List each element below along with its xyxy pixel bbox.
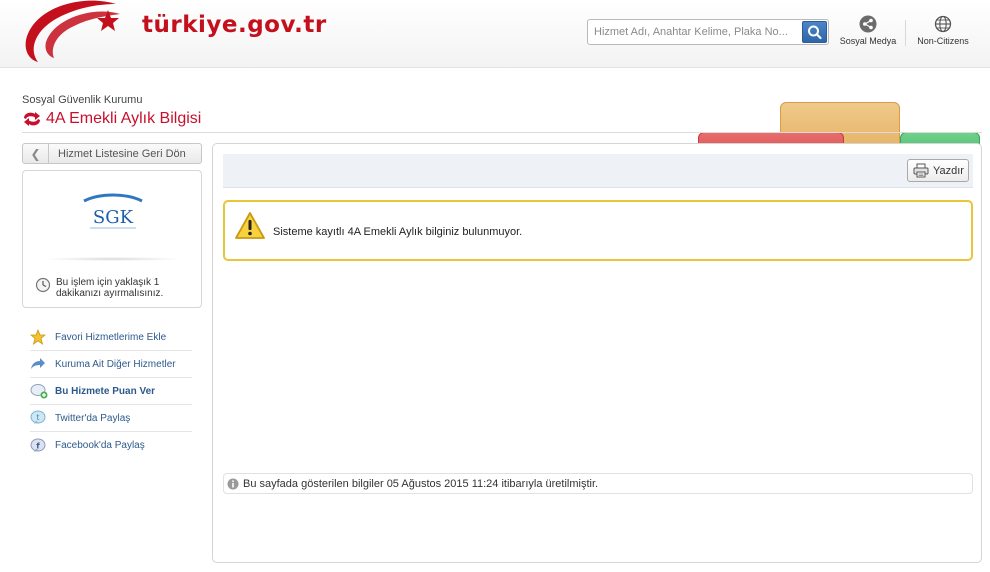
non-citizens-label: Non-Citizens: [917, 36, 969, 46]
logo-text: türkiye.gov.tr: [142, 12, 327, 38]
globe-icon: [934, 15, 952, 33]
warning-message: Sisteme kayıtlı 4A Emekli Aylık bilginiz…: [273, 226, 523, 238]
turkiye-gov-logo[interactable]: türkiye.gov.tr: [24, 0, 327, 63]
facebook-icon: f: [30, 438, 48, 454]
action-label: Twitter'da Paylaş: [55, 412, 131, 424]
search-icon: [808, 25, 822, 40]
share-on-twitter-link[interactable]: t Twitter'da Paylaş: [30, 405, 192, 432]
service-arrows-icon: [24, 112, 40, 126]
back-to-service-list-button[interactable]: ❮ Hizmet Listesine Geri Dön: [22, 143, 202, 164]
search-button[interactable]: [802, 21, 827, 43]
time-estimate-note: Bu işlem için yaklaşık 1 dakikanızı ayır…: [35, 277, 195, 299]
action-label: Bu Hizmete Puan Ver: [55, 385, 156, 397]
share-icon: [859, 15, 877, 33]
clock-icon: [35, 277, 51, 293]
page-title: 4A Emekli Aylık Bilgisi: [46, 110, 202, 127]
print-button-label: Yazdır: [933, 164, 964, 177]
sgk-logo: SGK: [83, 193, 143, 229]
info-box-divider: [43, 257, 183, 261]
add-to-favorites-link[interactable]: Favori Hizmetlerime Ekle: [30, 324, 192, 351]
rating-bubble-icon: [30, 383, 48, 399]
social-media-label: Sosyal Medya: [839, 36, 897, 46]
action-label: Kuruma Ait Diğer Hizmetler: [55, 358, 176, 370]
svg-text:t: t: [36, 413, 39, 422]
institution-info-box: SGK Bu işlem için yaklaşık 1 dakikanızı …: [22, 170, 202, 308]
crescent-star-icon: [25, 0, 121, 63]
warning-icon: [235, 212, 265, 239]
main-content-panel: Yazdır Sisteme kayıtlı 4A Emekli Aylık b…: [212, 143, 982, 563]
institution-name: Sosyal Güvenlik Kurumu: [22, 94, 143, 106]
title-divider: [22, 132, 982, 133]
print-button[interactable]: Yazdır: [907, 159, 969, 182]
sgk-logo-text: SGK: [93, 207, 134, 228]
time-estimate-text: Bu işlem için yaklaşık 1 dakikanızı ayır…: [56, 277, 164, 299]
content-toolbar: Yazdır: [223, 154, 973, 188]
social-media-link[interactable]: Sosyal Medya: [838, 15, 898, 46]
twitter-icon: t: [30, 410, 48, 426]
search-input[interactable]: [588, 20, 800, 44]
search-box: [587, 19, 829, 45]
service-actions-list: Favori Hizmetlerime Ekle Kuruma Ait Diğe…: [30, 324, 192, 459]
generation-info-note: Bu sayfada gösterilen bilgiler 05 Ağusto…: [223, 473, 973, 494]
other-institution-services-link[interactable]: Kuruma Ait Diğer Hizmetler: [30, 351, 192, 378]
chevron-left-icon: ❮: [23, 144, 49, 163]
action-label: Facebook'da Paylaş: [55, 440, 145, 451]
page-title-row: 4A Emekli Aylık Bilgisi: [22, 108, 201, 130]
header-divider: [905, 20, 906, 46]
page: türkiye.gov.tr Sosyal Medya: [0, 0, 990, 572]
warning-alert: Sisteme kayıtlı 4A Emekli Aylık bilginiz…: [223, 200, 973, 261]
rate-service-link[interactable]: Bu Hizmete Puan Ver: [30, 378, 192, 405]
action-label: Favori Hizmetlerime Ekle: [55, 331, 167, 343]
back-button-label: Hizmet Listesine Geri Dön: [58, 147, 186, 160]
generation-info-text: Bu sayfada gösterilen bilgiler 05 Ağusto…: [243, 477, 599, 490]
info-icon: [227, 478, 239, 490]
share-on-facebook-link[interactable]: f Facebook'da Paylaş: [30, 432, 192, 459]
non-citizens-link[interactable]: Non-Citizens: [912, 15, 974, 46]
svg-text:f: f: [36, 441, 40, 450]
arrow-icon: [30, 356, 48, 372]
site-header: türkiye.gov.tr Sosyal Medya: [0, 0, 990, 68]
printer-icon: [913, 163, 929, 178]
star-icon: [30, 329, 48, 345]
